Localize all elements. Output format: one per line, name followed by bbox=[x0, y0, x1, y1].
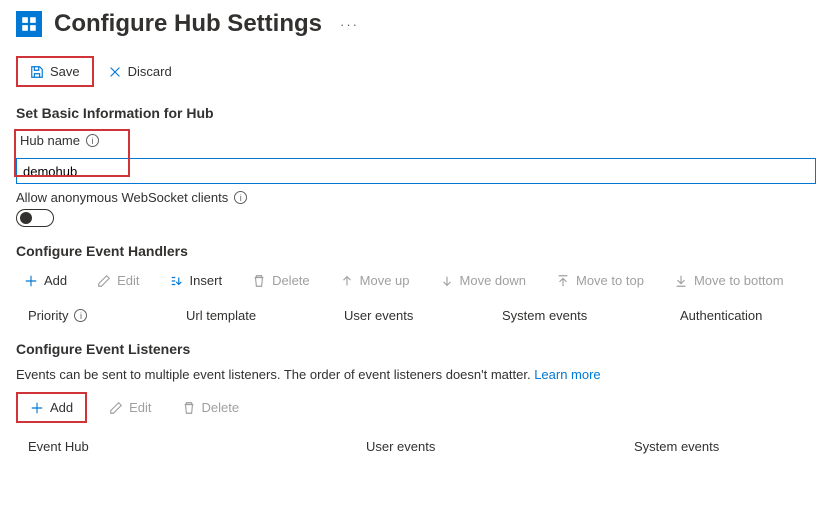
info-icon[interactable]: i bbox=[234, 191, 247, 204]
delete-handler-button[interactable]: Delete bbox=[244, 269, 318, 292]
arrow-top-icon bbox=[556, 274, 570, 288]
allow-anon-toggle[interactable] bbox=[16, 209, 54, 227]
highlight-save: Save bbox=[16, 56, 94, 87]
delete-listener-button[interactable]: Delete bbox=[174, 396, 248, 419]
info-icon[interactable]: i bbox=[86, 134, 99, 147]
edit-handler-button[interactable]: Edit bbox=[89, 269, 147, 292]
edit-listener-button[interactable]: Edit bbox=[101, 396, 159, 419]
info-icon[interactable]: i bbox=[74, 309, 87, 322]
hub-icon bbox=[16, 11, 42, 37]
hub-name-label: Hub name bbox=[20, 133, 80, 148]
col-event-hub: Event Hub bbox=[28, 439, 358, 454]
arrow-up-icon bbox=[340, 274, 354, 288]
edit-label: Edit bbox=[117, 273, 139, 288]
listeners-toolbar: Add Edit Delete bbox=[16, 392, 816, 423]
listeners-description: Events can be sent to multiple event lis… bbox=[16, 367, 816, 382]
title-bar: Configure Hub Settings ··· bbox=[16, 10, 816, 38]
event-listeners-heading: Configure Event Listeners bbox=[16, 341, 816, 357]
move-up-label: Move up bbox=[360, 273, 410, 288]
col-user-events: User events bbox=[344, 308, 494, 323]
col-system-events: System events bbox=[502, 308, 672, 323]
col-auth: Authentication bbox=[680, 308, 816, 323]
move-top-label: Move to top bbox=[576, 273, 644, 288]
plus-icon bbox=[30, 401, 44, 415]
trash-icon bbox=[182, 401, 196, 415]
plus-icon bbox=[24, 274, 38, 288]
discard-label: Discard bbox=[128, 64, 172, 79]
insert-handler-button[interactable]: Insert bbox=[162, 269, 231, 292]
edit-label: Edit bbox=[129, 400, 151, 415]
delete-label: Delete bbox=[272, 273, 310, 288]
col-priority: Priority bbox=[28, 308, 68, 323]
insert-label: Insert bbox=[190, 273, 223, 288]
arrow-down-icon bbox=[440, 274, 454, 288]
col-url: Url template bbox=[186, 308, 336, 323]
learn-more-link[interactable]: Learn more bbox=[534, 367, 600, 382]
add-label: Add bbox=[50, 400, 73, 415]
basic-info-heading: Set Basic Information for Hub bbox=[16, 105, 816, 121]
move-top-button[interactable]: Move to top bbox=[548, 269, 652, 292]
move-bottom-label: Move to bottom bbox=[694, 273, 784, 288]
add-handler-button[interactable]: Add bbox=[16, 269, 75, 292]
save-icon bbox=[30, 65, 44, 79]
move-up-button[interactable]: Move up bbox=[332, 269, 418, 292]
add-listener-button[interactable]: Add bbox=[22, 396, 81, 419]
command-bar: Save Discard bbox=[16, 56, 816, 87]
listeners-desc-text: Events can be sent to multiple event lis… bbox=[16, 367, 534, 382]
handlers-header-row: Priority i Url template User events Syst… bbox=[16, 300, 816, 335]
move-bottom-button[interactable]: Move to bottom bbox=[666, 269, 792, 292]
col-system-events: System events bbox=[634, 439, 816, 454]
allow-anon-label: Allow anonymous WebSocket clients bbox=[16, 190, 228, 205]
hub-name-input[interactable] bbox=[16, 158, 816, 184]
pencil-icon bbox=[97, 274, 111, 288]
save-label: Save bbox=[50, 64, 80, 79]
toggle-knob bbox=[20, 212, 32, 224]
discard-button[interactable]: Discard bbox=[100, 60, 180, 83]
pencil-icon bbox=[109, 401, 123, 415]
page-title: Configure Hub Settings bbox=[54, 10, 322, 38]
trash-icon bbox=[252, 274, 266, 288]
arrow-bottom-icon bbox=[674, 274, 688, 288]
move-down-button[interactable]: Move down bbox=[432, 269, 534, 292]
listeners-header-row: Event Hub User events System events bbox=[16, 431, 816, 466]
col-user-events: User events bbox=[366, 439, 626, 454]
event-handlers-heading: Configure Event Handlers bbox=[16, 243, 816, 259]
add-label: Add bbox=[44, 273, 67, 288]
close-icon bbox=[108, 65, 122, 79]
insert-icon bbox=[170, 274, 184, 288]
save-button[interactable]: Save bbox=[22, 60, 88, 83]
more-menu-icon[interactable]: ··· bbox=[334, 17, 365, 32]
handlers-toolbar: Add Edit Insert Delete Move up Move down… bbox=[16, 269, 816, 292]
move-down-label: Move down bbox=[460, 273, 526, 288]
hub-name-group: Hub name i bbox=[16, 131, 816, 184]
delete-label: Delete bbox=[202, 400, 240, 415]
highlight-add-listener: Add bbox=[16, 392, 87, 423]
